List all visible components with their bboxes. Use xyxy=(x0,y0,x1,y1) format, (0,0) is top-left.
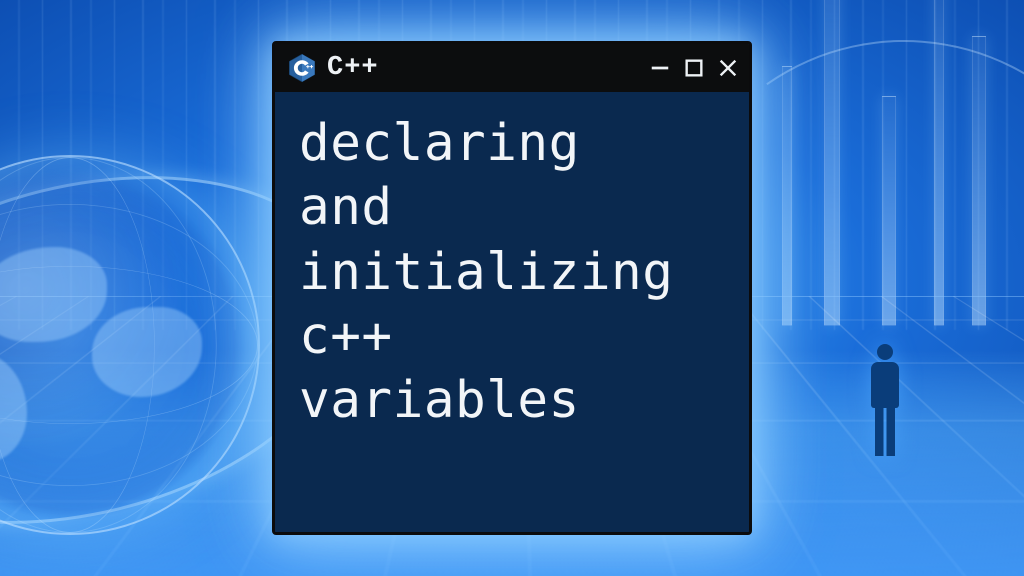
maximize-button[interactable] xyxy=(683,57,705,79)
window-content: declaring and initializing c++ variables xyxy=(275,92,749,532)
close-button[interactable] xyxy=(717,57,739,79)
bg-silhouette-person xyxy=(864,344,906,456)
minimize-button[interactable] xyxy=(649,57,671,79)
content-text: declaring and initializing c++ variables xyxy=(299,112,725,433)
titlebar[interactable]: C++ xyxy=(275,44,749,92)
terminal-window: C++ declaring and initializing c++ varia… xyxy=(272,41,752,535)
cpp-logo-icon xyxy=(287,53,317,83)
window-controls xyxy=(649,57,739,79)
window-title: C++ xyxy=(327,53,639,83)
